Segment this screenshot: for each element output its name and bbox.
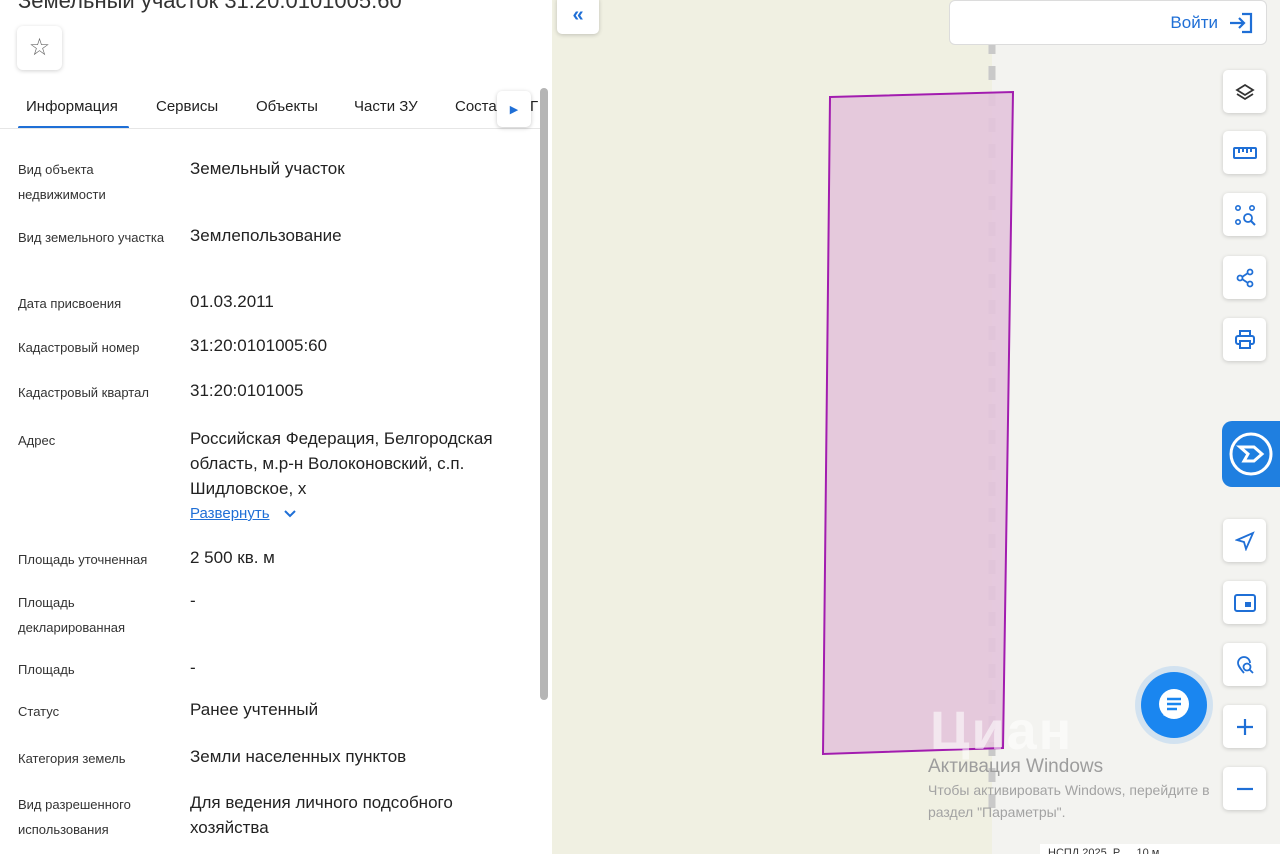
tabs-scroll-right-button[interactable]: ▶ (497, 91, 531, 127)
tab-more[interactable]: Г (530, 98, 538, 115)
value-assign-date: 01.03.2011 (190, 292, 274, 311)
label-area: Площадь (18, 662, 75, 677)
label-cadastral-quarter: Кадастровый квартал (18, 385, 149, 400)
label-address: Адрес (18, 433, 56, 448)
label-land-category: Категория земель (18, 751, 126, 766)
land-parcel-polygon (821, 90, 1015, 756)
value-land-category: Земли населенных пунктов (190, 747, 407, 766)
zoom-in-icon (1236, 718, 1253, 735)
layers-button[interactable] (1223, 70, 1266, 113)
star-outline-icon: ☆ (28, 34, 51, 61)
tab-composition[interactable]: Соста (455, 98, 497, 115)
area-select-icon (1234, 204, 1256, 226)
label-area-refined: Площадь уточненная (18, 552, 148, 567)
value-cadastral-number: 31:20:0101005:60 (190, 336, 328, 355)
expand-address-link[interactable]: Развернуть (190, 505, 296, 522)
label-area-declared: Площадь декларированная (18, 595, 126, 635)
layers-icon (1234, 83, 1255, 100)
panel-scrollbar[interactable] (540, 88, 548, 700)
chevron-down-icon (283, 509, 296, 517)
chevron-right-icon: ▶ (509, 103, 519, 116)
info-panel: Земельный участок 31:20:0101005:60 ☆ Инф… (0, 0, 552, 854)
tab-information[interactable]: Информация (26, 98, 118, 115)
minimap-button[interactable] (1223, 581, 1266, 624)
label-assign-date: Дата присвоения (18, 296, 122, 311)
chat-icon (1159, 689, 1189, 719)
windows-activation-notice: Активация Windows Чтобы активировать Win… (928, 756, 1210, 822)
panel-title: Земельный участок 31:20:0101005:60 (18, 0, 402, 13)
tab-objects[interactable]: Объекты (256, 98, 318, 115)
share-icon (1236, 268, 1253, 287)
value-address: Российская Федерация, Белгородская облас… (190, 429, 493, 498)
windows-activation-title: Активация Windows (928, 756, 1104, 777)
value-area: - (190, 658, 196, 677)
navigate-button[interactable] (1223, 519, 1266, 562)
tab-land-parts[interactable]: Части ЗУ (354, 98, 418, 115)
favorite-button[interactable]: ☆ (17, 26, 62, 70)
active-tab-indicator (18, 126, 129, 128)
collapse-panel-button[interactable]: « (557, 0, 599, 34)
expand-link-label: Развернуть (190, 505, 270, 522)
rosreestr-logo-icon (1229, 432, 1273, 476)
tab-services[interactable]: Сервисы (156, 98, 218, 115)
login-label: Войти (1170, 12, 1218, 32)
label-object-type: Вид объекта недвижимости (18, 162, 106, 202)
label-permitted-use: Вид разрешенного использования (18, 797, 131, 837)
tab-bar: Информация Сервисы Объекты Части ЗУ Сост… (0, 86, 540, 129)
zoom-in-button[interactable] (1223, 705, 1266, 748)
minimap-icon (1233, 593, 1256, 612)
double-chevron-left-icon: « (572, 3, 584, 26)
value-object-type: Земельный участок (190, 159, 345, 178)
area-select-button[interactable] (1223, 193, 1266, 236)
navigate-icon (1234, 530, 1255, 551)
cian-watermark: Циан (930, 701, 1074, 761)
print-button[interactable] (1223, 318, 1266, 361)
value-land-type: Землепользование (190, 226, 342, 245)
value-cadastral-quarter: 31:20:0101005 (190, 381, 304, 400)
value-status: Ранее учтенный (190, 700, 319, 719)
login-button[interactable]: Войти (949, 0, 1267, 45)
ruler-button[interactable] (1223, 131, 1266, 174)
login-arrow-icon (1230, 12, 1253, 33)
chat-button[interactable] (1141, 672, 1207, 738)
print-icon (1234, 329, 1255, 349)
value-permitted-use: Для ведения личного подсобного хозяйства (190, 793, 453, 837)
windows-activation-line2: раздел "Параметры". (928, 804, 1066, 820)
label-land-type: Вид земельного участка (18, 230, 165, 245)
label-status: Статус (18, 704, 60, 719)
label-cadastral-number: Кадастровый номер (18, 340, 140, 355)
value-area-declared: - (190, 591, 196, 610)
map-scale-bar: НСПД 2025. Р..... 10 м (1040, 844, 1280, 854)
ruler-icon (1232, 146, 1257, 159)
windows-activation-line1: Чтобы активировать Windows, перейдите в (928, 782, 1210, 798)
zoom-out-button[interactable] (1223, 767, 1266, 810)
share-button[interactable] (1223, 256, 1266, 299)
value-area-refined: 2 500 кв. м (190, 548, 275, 567)
search-location-icon (1236, 655, 1254, 674)
zoom-out-icon (1236, 787, 1253, 790)
rosreestr-logo-button[interactable] (1222, 421, 1280, 487)
search-location-button[interactable] (1223, 643, 1266, 686)
